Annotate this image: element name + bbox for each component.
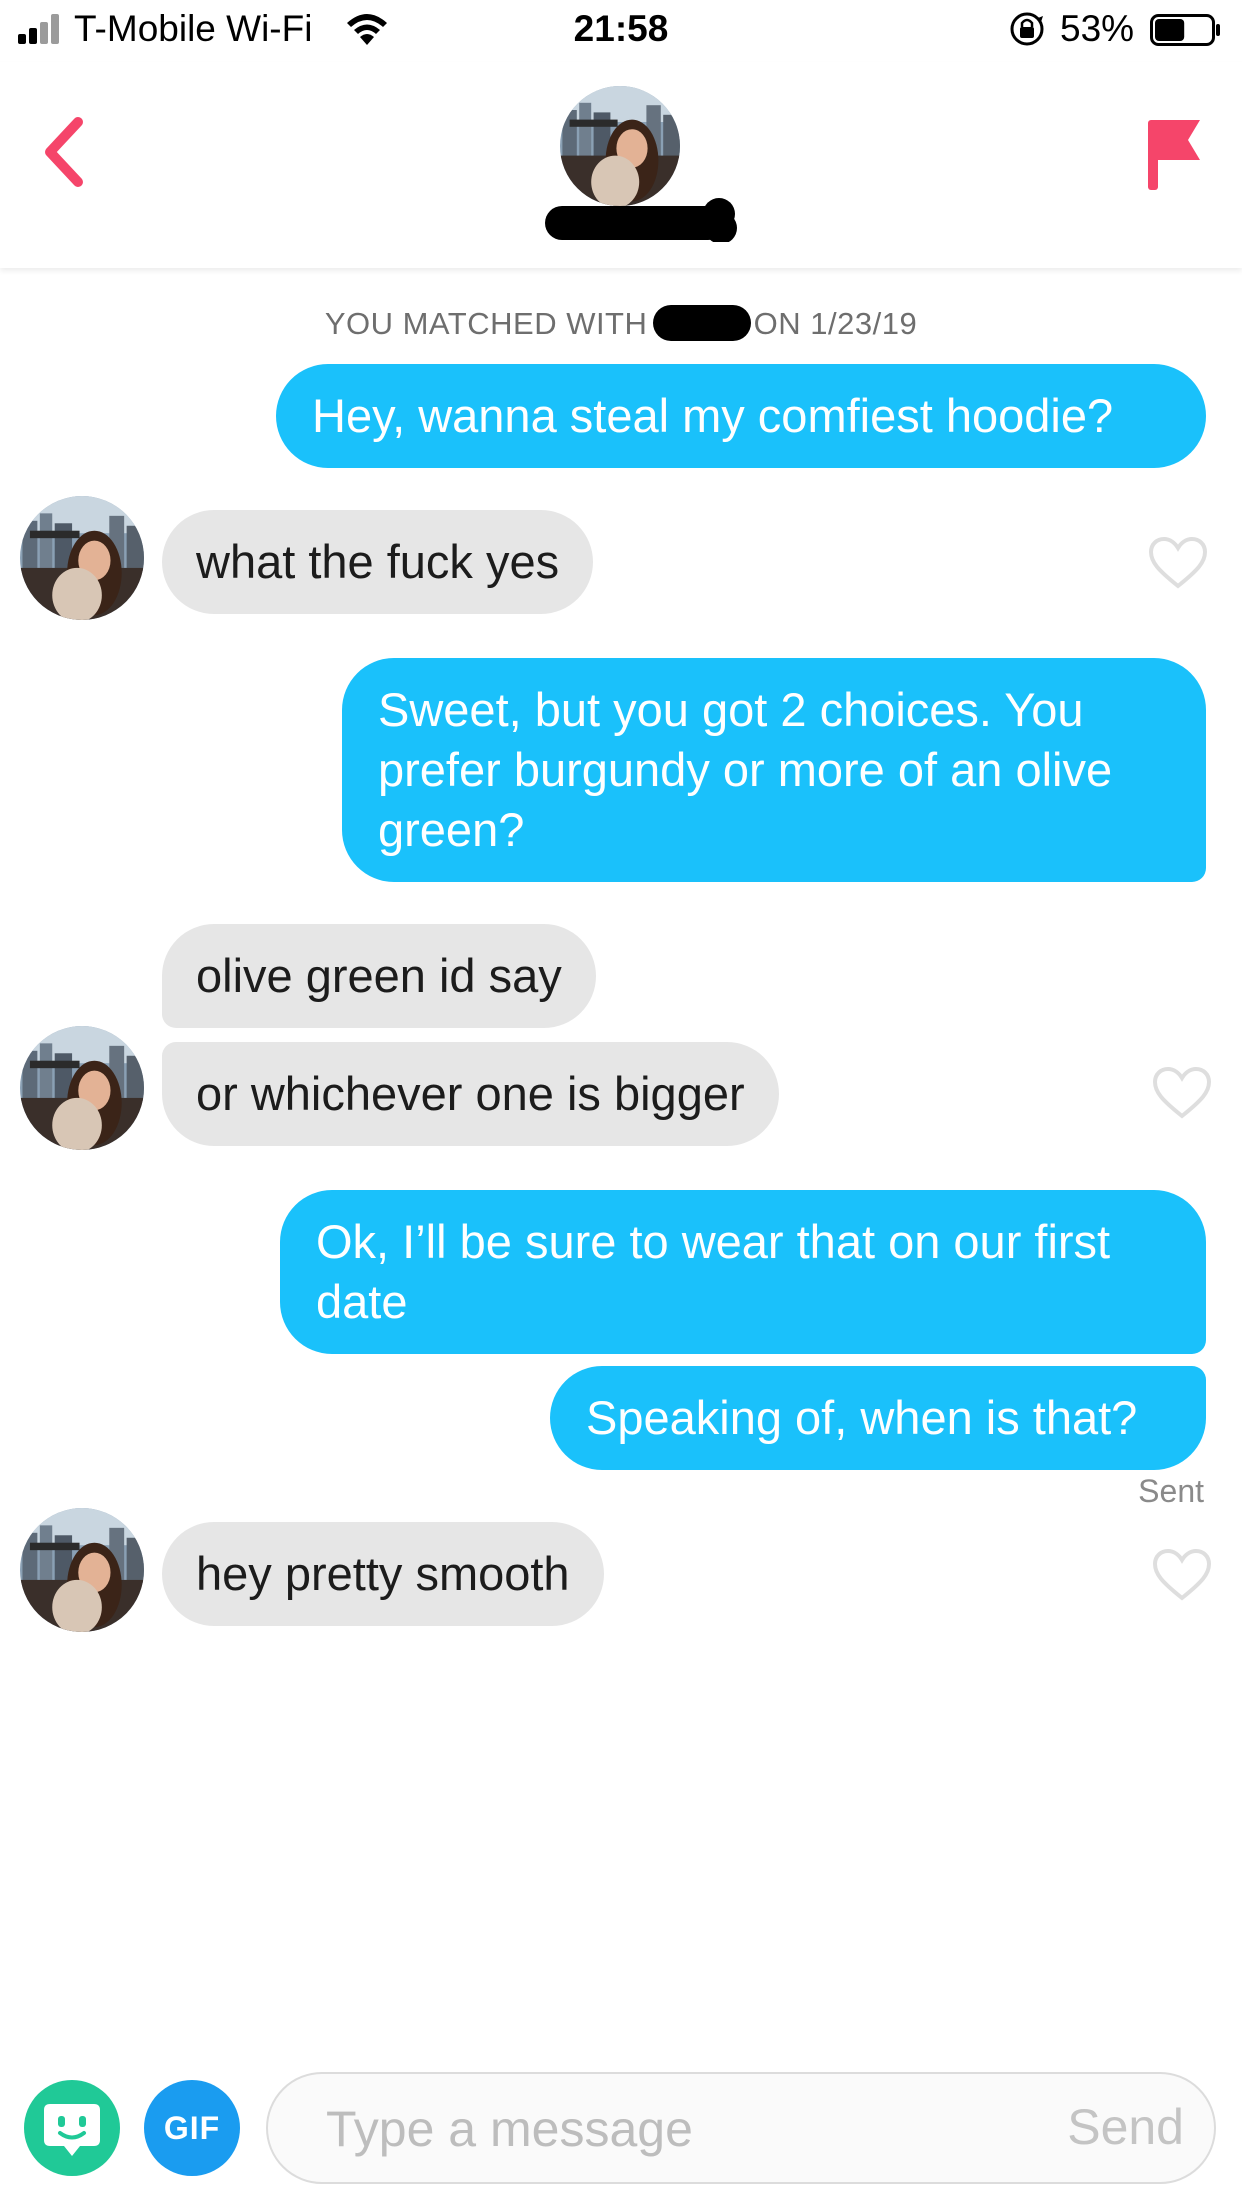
incoming-message[interactable]: what the fuck yes [162, 510, 594, 614]
chat-header [0, 62, 1242, 268]
incoming-message[interactable]: or whichever one is bigger [162, 1042, 779, 1146]
outgoing-message[interactable]: Sweet, but you got 2 choices. You prefer… [342, 658, 1206, 882]
sent-status: Sent [1138, 1473, 1204, 1509]
status-time: 21:58 [573, 8, 669, 49]
redaction-mark [652, 304, 751, 341]
gif-button[interactable]: GIF [144, 2080, 240, 2176]
chevron-left-icon[interactable] [40, 112, 90, 192]
match-avatar[interactable] [20, 1508, 144, 1632]
orientation-lock-icon [1010, 12, 1044, 46]
status-bar: T-Mobile Wi-Fi 21:58 53% [0, 0, 1242, 62]
match-notice-suffix: ON 1/23/19 [753, 306, 918, 341]
message-input[interactable] [324, 2092, 948, 2166]
battery-icon [1150, 14, 1220, 46]
match-avatar[interactable] [20, 496, 144, 620]
redaction-mark [545, 198, 737, 242]
like-heart-icon[interactable] [1152, 1548, 1212, 1602]
message-composer: GIF Send [0, 2060, 1242, 2208]
outgoing-message[interactable]: Ok, I’ll be sure to wear that on our fir… [280, 1190, 1206, 1354]
sticker-button[interactable] [24, 2080, 120, 2176]
match-notice-prefix: YOU MATCHED WITH [324, 306, 648, 341]
like-heart-icon[interactable] [1148, 536, 1208, 590]
outgoing-message[interactable]: Hey, wanna steal my comfiest hoodie? [276, 364, 1206, 468]
message-input-container[interactable]: Send [266, 2072, 1216, 2184]
incoming-message[interactable]: olive green id say [162, 924, 596, 1028]
battery-percent: 53% [1060, 8, 1135, 49]
incoming-message[interactable]: hey pretty smooth [162, 1522, 604, 1626]
outgoing-message[interactable]: Speaking of, when is that? [550, 1366, 1206, 1470]
like-heart-icon[interactable] [1152, 1066, 1212, 1120]
send-button[interactable]: Send [1067, 2098, 1184, 2156]
sticker-face-icon [44, 2104, 100, 2156]
flag-icon[interactable] [1144, 112, 1202, 192]
match-avatar[interactable] [20, 1026, 144, 1150]
match-notice: YOU MATCHED WITH ON 1/23/19 [0, 304, 1242, 342]
match-avatar[interactable] [560, 86, 680, 206]
